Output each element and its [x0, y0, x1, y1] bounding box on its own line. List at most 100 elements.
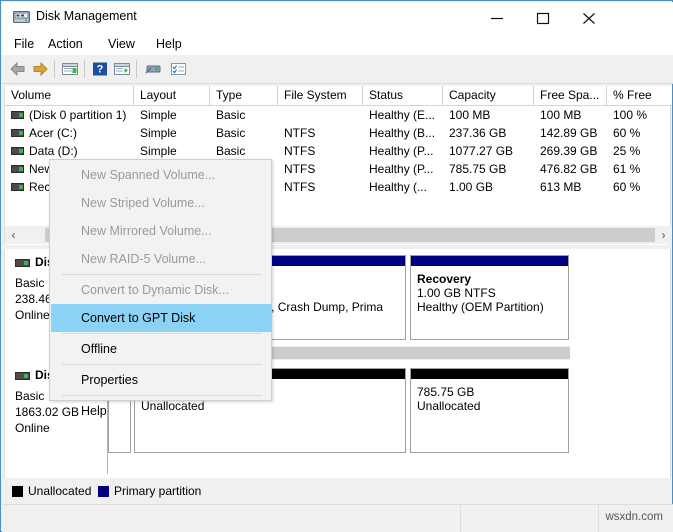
- cell-status: Healthy (B...: [369, 126, 436, 140]
- volume-icon: [11, 147, 24, 155]
- menu-view[interactable]: View: [102, 36, 141, 53]
- disk-management-window: Disk Management File Action View Help ? …: [0, 0, 673, 532]
- legend-label-primary-partition: Primary partition: [114, 484, 202, 498]
- cell-percent-free: 60 %: [613, 180, 641, 194]
- partition-status: Healthy (OEM Partition): [417, 300, 544, 314]
- title-bar: Disk Management: [2, 2, 673, 33]
- menu-item-new-striped-volume[interactable]: New Striped Volume...: [51, 189, 272, 217]
- menu-item-help[interactable]: Help: [51, 397, 272, 425]
- scroll-right-icon[interactable]: ›: [655, 226, 672, 244]
- disk-icon: [15, 259, 30, 267]
- disk-type: Basic: [15, 389, 45, 403]
- column-header-file-system[interactable]: File System: [278, 86, 363, 105]
- menu-help[interactable]: Help: [150, 36, 188, 53]
- cell-file-system: NTFS: [284, 126, 316, 140]
- cell-file-system: NTFS: [284, 180, 316, 194]
- volume-name: Acer (C:): [29, 126, 77, 140]
- cell-file-system: NTFS: [284, 162, 316, 176]
- cell-layout: Simple: [140, 144, 177, 158]
- disk-type: Basic: [15, 276, 45, 290]
- cell-layout: Simple: [140, 108, 177, 122]
- maximize-button[interactable]: [520, 3, 566, 33]
- table-row[interactable]: Data (D:) Simple Basic NTFS Healthy (P..…: [5, 142, 672, 160]
- partition-status: Unallocated: [417, 399, 481, 413]
- partition-size: 785.75 GB: [417, 385, 475, 399]
- show-hide-console-tree-icon[interactable]: [60, 60, 80, 78]
- minimize-button[interactable]: [474, 3, 520, 33]
- menu-item-new-raid5-volume[interactable]: New RAID-5 Volume...: [51, 245, 272, 273]
- status-bar: wsxdn.com: [2, 504, 673, 532]
- column-header-status[interactable]: Status: [363, 86, 443, 105]
- menu-item-new-mirrored-volume[interactable]: New Mirrored Volume...: [51, 217, 272, 245]
- action-list-icon[interactable]: [168, 60, 188, 78]
- cell-free-space: 476.82 GB: [540, 162, 598, 176]
- column-header-free-space[interactable]: Free Spa...: [534, 86, 607, 105]
- column-header-capacity[interactable]: Capacity: [443, 86, 534, 105]
- watermark: wsxdn.com: [605, 511, 663, 523]
- cell-capacity: 237.36 GB: [449, 126, 507, 140]
- properties-window-icon[interactable]: [112, 60, 132, 78]
- menu-action[interactable]: Action: [42, 36, 89, 53]
- column-header-volume[interactable]: Volume: [5, 86, 134, 105]
- column-header-layout[interactable]: Layout: [134, 86, 210, 105]
- legend-label-unallocated: Unallocated: [28, 484, 92, 498]
- table-row[interactable]: Acer (C:) Simple Basic NTFS Healthy (B..…: [5, 124, 672, 142]
- cell-capacity: 100 MB: [449, 108, 491, 122]
- cell-percent-free: 25 %: [613, 144, 641, 158]
- cell-type: Basic: [216, 108, 246, 122]
- cell-free-space: 613 MB: [540, 180, 582, 194]
- volume-name: Data (D:): [29, 144, 78, 158]
- cell-free-space: 269.39 GB: [540, 144, 598, 158]
- cell-file-system: NTFS: [284, 144, 316, 158]
- forward-arrow-icon[interactable]: [30, 60, 50, 78]
- partition-color-bar: [411, 256, 568, 266]
- svg-text:?: ?: [97, 64, 104, 76]
- disk-status: Online: [15, 421, 50, 435]
- rescan-disks-icon[interactable]: [144, 60, 164, 78]
- cell-capacity: 1077.27 GB: [449, 144, 514, 158]
- menu-item-properties[interactable]: Properties: [51, 366, 272, 394]
- disk-context-menu[interactable]: New Spanned Volume... New Striped Volume…: [49, 159, 272, 418]
- menu-item-offline[interactable]: Offline: [51, 335, 272, 363]
- partition-title: Recovery: [417, 272, 472, 286]
- back-arrow-icon[interactable]: [8, 60, 28, 78]
- cell-status: Healthy (E...: [369, 108, 436, 122]
- menu-item-new-spanned-volume[interactable]: New Spanned Volume...: [51, 161, 272, 189]
- menu-item-convert-to-gpt-disk[interactable]: Convert to GPT Disk: [51, 304, 272, 332]
- legend-swatch-primary-partition: [98, 486, 109, 497]
- cell-percent-free: 100 %: [613, 108, 648, 122]
- disk-status: Online: [15, 308, 50, 322]
- volume-list-header: Volume Layout Type File System Status Ca…: [5, 86, 672, 106]
- help-icon[interactable]: ?: [90, 60, 110, 78]
- cell-status: Healthy (P...: [369, 144, 434, 158]
- window-title: Disk Management: [36, 9, 137, 23]
- cell-status: Healthy (P...: [369, 162, 434, 176]
- scroll-left-icon[interactable]: ‹: [5, 226, 22, 244]
- disk-management-icon: [13, 10, 30, 25]
- cell-layout: Simple: [140, 126, 177, 140]
- partition-color-bar: [411, 369, 568, 379]
- partition-recovery[interactable]: Recovery 1.00 GB NTFS Healthy (OEM Parti…: [410, 255, 569, 340]
- cell-type: Basic: [216, 144, 246, 158]
- cell-capacity: 1.00 GB: [449, 180, 494, 194]
- close-button[interactable]: [566, 3, 612, 33]
- table-row[interactable]: (Disk 0 partition 1) Simple Basic Health…: [5, 106, 672, 124]
- partition-body: Recovery 1.00 GB NTFS Healthy (OEM Parti…: [411, 267, 568, 339]
- toolbar: ?: [2, 55, 673, 84]
- volume-name: (Disk 0 partition 1): [29, 108, 127, 122]
- partition-size-fs: 1.00 GB NTFS: [417, 286, 496, 300]
- menu-bar: File Action View Help: [2, 33, 673, 55]
- cell-type: Basic: [216, 126, 246, 140]
- cell-status: Healthy (...: [369, 180, 428, 194]
- column-header-type[interactable]: Type: [210, 86, 278, 105]
- legend: Unallocated Primary partition: [4, 482, 671, 502]
- volume-icon: [11, 129, 24, 137]
- volume-icon: [11, 165, 24, 173]
- partition-unallocated-785[interactable]: 785.75 GB Unallocated: [410, 368, 569, 453]
- menu-item-convert-to-dynamic-disk[interactable]: Convert to Dynamic Disk...: [51, 276, 272, 304]
- volume-icon: [11, 183, 24, 191]
- disk-icon: [15, 372, 30, 380]
- menu-file[interactable]: File: [8, 36, 40, 53]
- cell-percent-free: 61 %: [613, 162, 641, 176]
- column-header-percent-free[interactable]: % Free: [607, 86, 672, 105]
